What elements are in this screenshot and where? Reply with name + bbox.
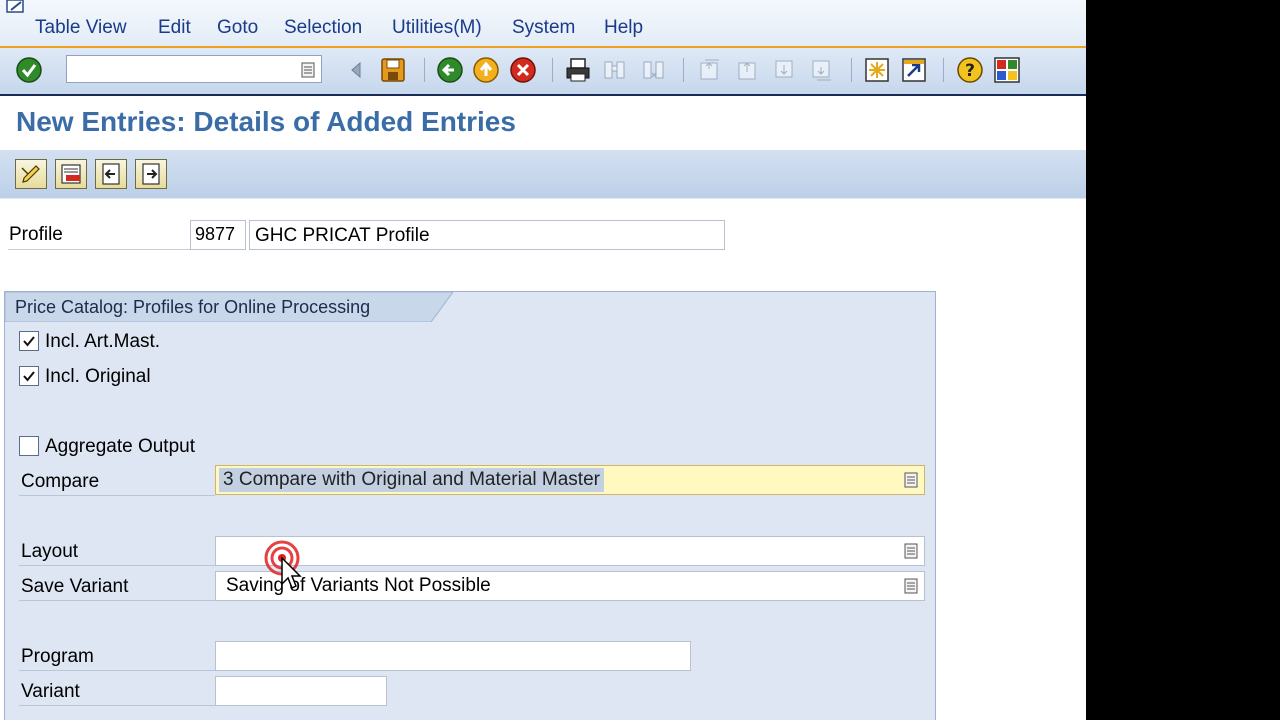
last-page-icon[interactable] <box>808 56 836 84</box>
incl-art-mast-checkbox[interactable] <box>19 331 39 351</box>
toolbar-separator <box>851 58 852 82</box>
menu-utilities[interactable]: Utilities(M) <box>392 17 482 39</box>
program-label-underline <box>19 670 215 671</box>
menu-system[interactable]: System <box>512 17 575 39</box>
aggregate-output-checkbox[interactable] <box>19 436 39 456</box>
change-icon <box>21 165 40 183</box>
back-icon[interactable] <box>436 56 464 84</box>
dropdown-list-icon[interactable] <box>904 543 918 559</box>
toolbar-separator <box>552 58 553 82</box>
delete-button[interactable] <box>55 159 87 189</box>
toolbar-separator <box>943 58 944 82</box>
shortcut-icon[interactable] <box>900 56 928 84</box>
profile-id-field[interactable]: 9877 <box>190 220 246 250</box>
checkmark-icon <box>23 336 35 347</box>
save-variant-value: Saving of Variants Not Possible <box>226 575 491 596</box>
layout-dropdown[interactable] <box>215 536 925 566</box>
save-variant-label-underline <box>19 600 215 601</box>
menu-bar: Table View Edit Goto Selection Utilities… <box>0 0 1086 48</box>
toolbar-separator <box>424 58 425 82</box>
title-bar: New Entries: Details of Added Entries <box>0 96 1086 148</box>
page-title: New Entries: Details of Added Entries <box>16 106 516 137</box>
compare-label-underline <box>19 495 215 496</box>
incl-art-mast-label: Incl. Art.Mast. <box>45 331 161 352</box>
incl-original-label: Incl. Original <box>45 366 151 387</box>
aggregate-output-label: Aggregate Output <box>45 436 195 457</box>
program-label: Program <box>21 646 94 667</box>
program-field[interactable] <box>215 641 691 671</box>
compare-selected-value: 3 Compare with Original and Material Mas… <box>219 468 604 492</box>
dropdown-list-icon[interactable] <box>904 472 918 488</box>
sap-window: Table View Edit Goto Selection Utilities… <box>0 0 1086 720</box>
layout-icon[interactable] <box>993 56 1021 84</box>
application-toolbar <box>0 150 1086 199</box>
group-title: Price Catalog: Profiles for Online Proce… <box>15 297 371 317</box>
profile-label-underline <box>8 249 190 250</box>
first-page-icon[interactable] <box>696 56 724 84</box>
save-icon[interactable] <box>379 56 407 84</box>
menu-edit[interactable]: Edit <box>158 17 191 39</box>
previous-page-icon[interactable] <box>734 56 762 84</box>
profile-label: Profile <box>9 224 63 245</box>
find-next-icon[interactable] <box>640 56 668 84</box>
dropdown-list-icon[interactable] <box>904 578 918 594</box>
next-page-icon[interactable] <box>771 56 799 84</box>
new-session-icon[interactable] <box>863 56 891 84</box>
system-menu-icon[interactable] <box>4 0 32 18</box>
help-icon[interactable]: ? <box>956 56 984 84</box>
next-entry-icon <box>142 163 160 185</box>
enter-icon[interactable] <box>15 56 43 84</box>
find-icon[interactable] <box>601 56 629 84</box>
group-header: Price Catalog: Profiles for Online Proce… <box>5 292 453 322</box>
menu-selection[interactable]: Selection <box>284 17 362 39</box>
price-catalog-group: Price Catalog: Profiles for Online Proce… <box>4 291 936 720</box>
profile-description-field[interactable]: GHC PRICAT Profile <box>249 220 725 250</box>
previous-entry-icon <box>102 163 120 185</box>
layout-label-underline <box>19 565 215 566</box>
variant-label: Variant <box>21 681 80 702</box>
command-field[interactable] <box>66 55 322 83</box>
change-button[interactable] <box>15 159 47 189</box>
exit-icon[interactable] <box>472 56 500 84</box>
variant-field[interactable] <box>215 676 387 706</box>
standard-toolbar: ? <box>0 48 1086 96</box>
svg-text:?: ? <box>965 61 975 81</box>
menu-table-view[interactable]: Table View <box>35 17 127 39</box>
menu-goto[interactable]: Goto <box>217 17 258 39</box>
toolbar-separator <box>683 58 684 82</box>
compare-label: Compare <box>21 471 100 492</box>
delete-icon <box>61 164 81 184</box>
layout-label: Layout <box>21 541 79 562</box>
previous-entry-button[interactable] <box>95 159 127 189</box>
cancel-icon[interactable] <box>509 56 537 84</box>
print-icon[interactable] <box>564 56 592 84</box>
history-dropdown-icon[interactable] <box>301 62 315 78</box>
save-variant-dropdown[interactable]: Saving of Variants Not Possible <box>215 571 925 601</box>
back-arrow-icon[interactable] <box>342 56 370 84</box>
variant-label-underline <box>19 705 215 706</box>
save-variant-label: Save Variant <box>21 576 129 597</box>
compare-dropdown[interactable]: 3 Compare with Original and Material Mas… <box>215 465 925 495</box>
incl-original-checkbox[interactable] <box>19 366 39 386</box>
next-entry-button[interactable] <box>135 159 167 189</box>
checkmark-icon <box>23 371 35 382</box>
menu-help[interactable]: Help <box>604 17 643 39</box>
